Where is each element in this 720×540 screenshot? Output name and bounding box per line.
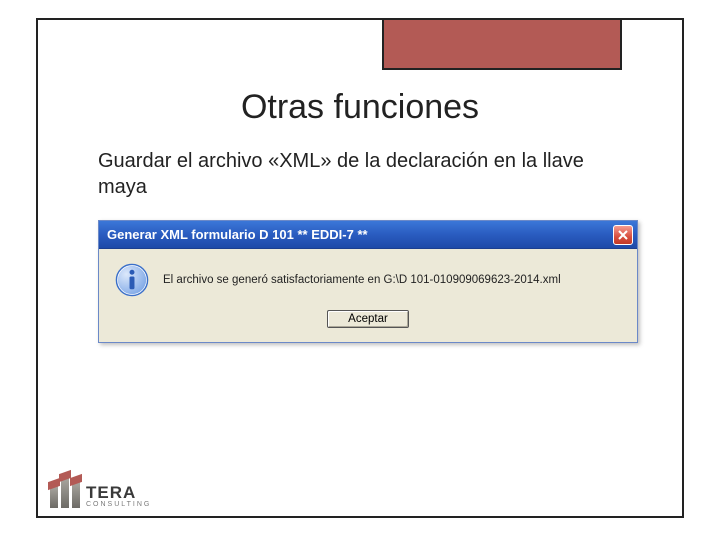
accent-banner bbox=[382, 18, 622, 70]
brand-logo: TERA Consulting bbox=[50, 478, 151, 508]
slide-title: Otras funciones bbox=[38, 88, 682, 127]
message-dialog: Generar XML formulario D 101 ** EDDI-7 *… bbox=[98, 220, 638, 343]
info-icon bbox=[115, 263, 149, 297]
ok-button[interactable]: Aceptar bbox=[327, 310, 409, 328]
logo-text: TERA Consulting bbox=[86, 484, 151, 508]
dialog-titlebar: Generar XML formulario D 101 ** EDDI-7 *… bbox=[99, 221, 637, 249]
close-icon bbox=[618, 230, 628, 240]
slide-body-text: Guardar el archivo «XML» de la declaraci… bbox=[98, 148, 622, 200]
dialog-title: Generar XML formulario D 101 ** EDDI-7 *… bbox=[107, 227, 368, 242]
logo-sub: Consulting bbox=[86, 501, 151, 508]
close-button[interactable] bbox=[613, 225, 633, 245]
dialog-message: El archivo se generó satisfactoriamente … bbox=[163, 274, 561, 286]
slide-container: Otras funciones Guardar el archivo «XML»… bbox=[36, 18, 684, 518]
logo-main: TERA bbox=[86, 484, 151, 501]
dialog-body: El archivo se generó satisfactoriamente … bbox=[99, 249, 637, 305]
logo-mark-icon bbox=[50, 478, 80, 508]
dialog-actions: Aceptar bbox=[99, 305, 637, 342]
